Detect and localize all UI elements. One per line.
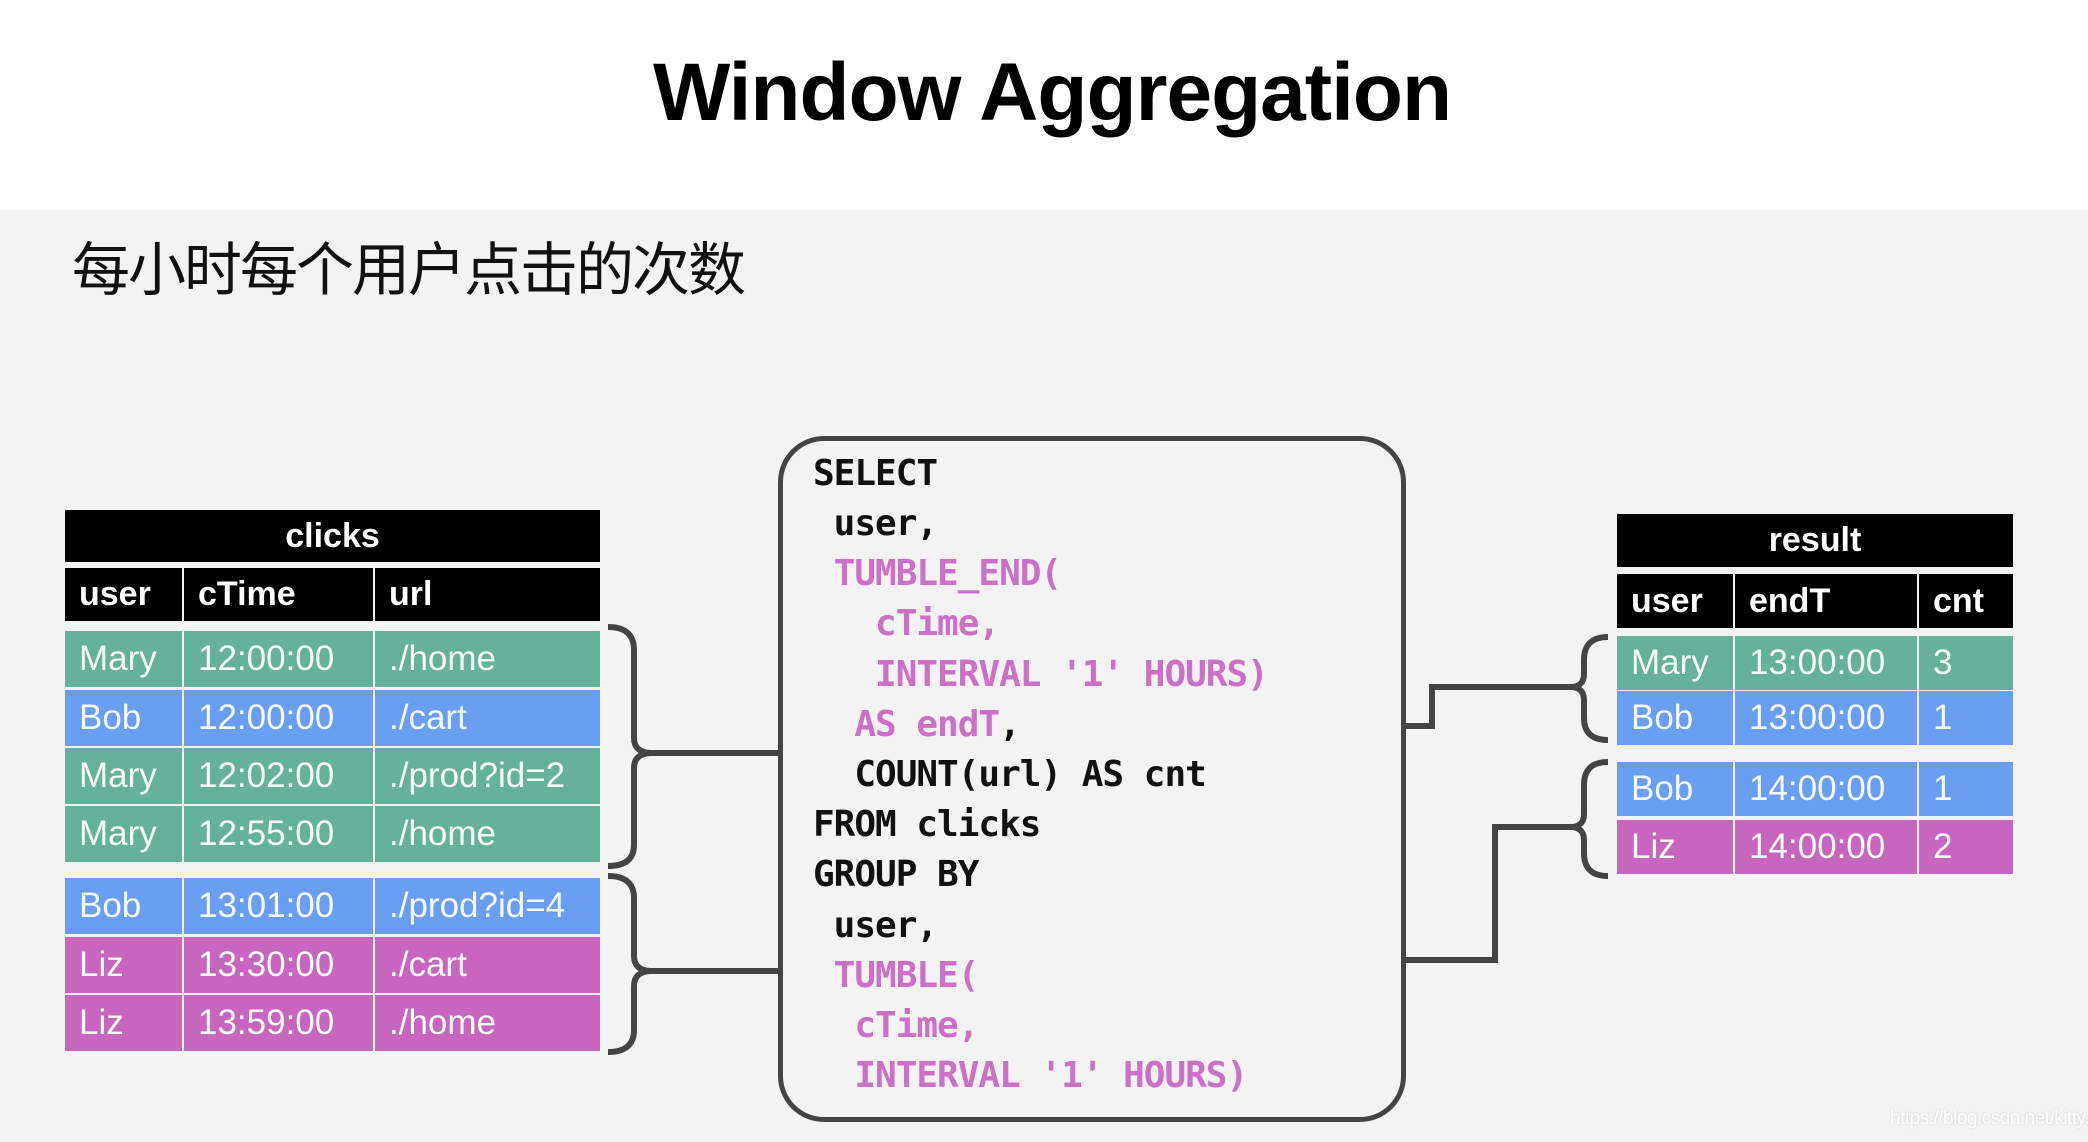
left-brace-window-2 [607,873,651,1055]
right-connector-window-2 [1406,824,1572,963]
right-brace-result-1 [1571,634,1609,743]
right-brace-result-2 [1571,759,1609,879]
connector-lines [607,624,1609,1055]
right-connector-window-1 [1406,684,1572,729]
watermark: https://blog.csdn.net/kittyzc [1890,1108,2088,1129]
left-brace-window-1 [607,624,651,869]
